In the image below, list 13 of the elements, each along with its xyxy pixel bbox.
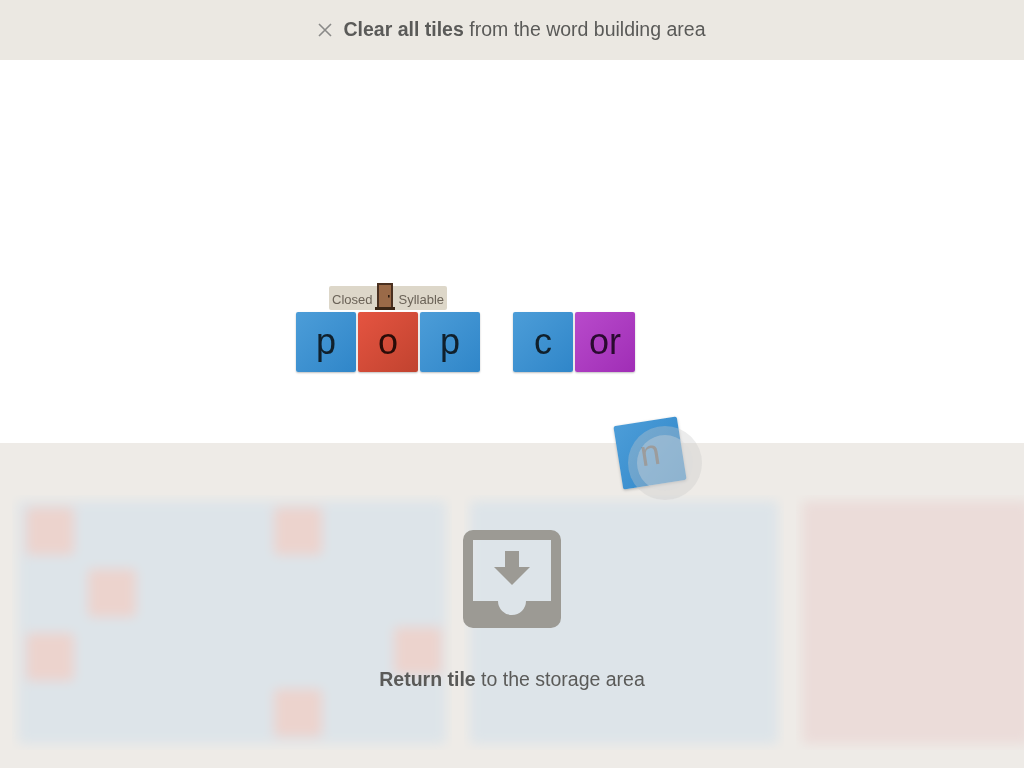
close-icon — [318, 23, 333, 37]
letter-tile[interactable]: or — [575, 312, 635, 372]
letter-tile[interactable]: p — [296, 312, 356, 372]
letter-tile[interactable]: o — [358, 312, 418, 372]
letter-tile[interactable]: c — [513, 312, 573, 372]
letter-tile[interactable]: p — [420, 312, 480, 372]
touch-point-icon — [627, 425, 703, 501]
tray-download-icon — [463, 530, 561, 628]
clear-tiles-button[interactable]: Clear all tiles from the word building area — [318, 15, 706, 45]
syllable-label-text: Closed — [332, 293, 373, 306]
door-icon — [375, 283, 396, 310]
syllable-label-text: Syllable — [398, 293, 444, 306]
drop-zone-hint: Return tile to the storage area — [379, 667, 645, 692]
